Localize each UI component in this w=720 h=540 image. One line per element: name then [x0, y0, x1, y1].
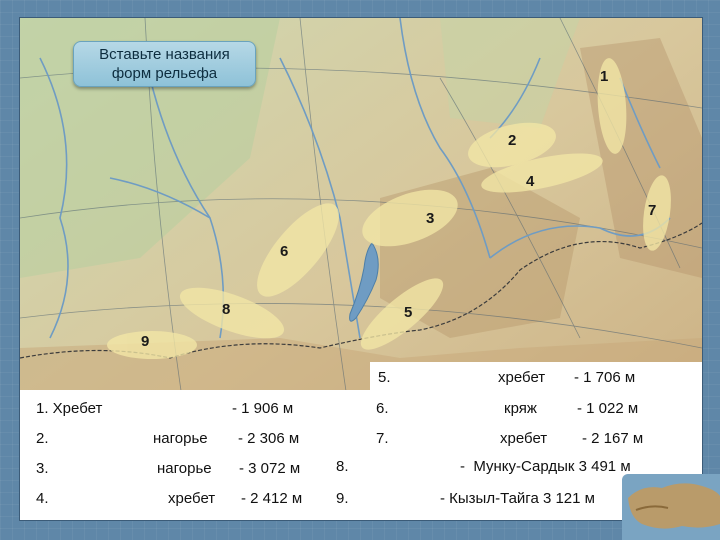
legend-row-8-number: 8.: [336, 458, 349, 475]
legend-row-5-number: 5.: [378, 369, 391, 386]
legend-row-5-value: - 1 706 м: [574, 369, 636, 386]
legend-row-3-value: - 3 072 м: [239, 460, 301, 477]
marker-3: 3: [426, 210, 435, 227]
legend-row-2-value: - 2 306 м: [238, 430, 300, 447]
legend-row-6-number: 6.: [376, 400, 389, 417]
legend-row-1-label: 1. Хребет: [36, 400, 103, 417]
legend-row-9-number: 9.: [336, 490, 349, 507]
marker-7: 7: [648, 202, 657, 219]
marker-4: 4: [526, 173, 535, 190]
legend-row-8-value: - Мунку-Сардык 3 491 м: [460, 458, 631, 475]
instruction-box: Вставьте названия форм рельефа: [73, 41, 256, 87]
legend-row-5-panel: 5. хребет - 1 706 м: [370, 362, 702, 392]
marker-6: 6: [280, 243, 289, 260]
instruction-line-2: форм рельефа: [111, 65, 218, 82]
overview-map-inset: [622, 474, 720, 540]
overview-landmass: [628, 483, 720, 529]
marker-1: 1: [600, 68, 609, 85]
legend-row-1-value: - 1 906 м: [232, 400, 294, 417]
legend-row-7-value: - 2 167 м: [582, 430, 644, 447]
instruction-line-1: Вставьте названия: [99, 46, 230, 63]
legend-row-7-word: хребет: [500, 430, 548, 447]
legend-left-panel: 1. Хребет - 1 906 м 2. нагорье - 2 306 м…: [20, 390, 342, 520]
highlight-9: [107, 331, 197, 359]
legend-row-5-word: хребет: [498, 369, 546, 386]
marker-5: 5: [404, 304, 413, 321]
legend-row-3-word: нагорье: [157, 460, 212, 477]
legend-row-3-number: 3.: [36, 460, 49, 477]
legend-row-9-value: - Кызыл-Тайга 3 121 м: [440, 490, 595, 507]
legend-row-2-number: 2.: [36, 430, 49, 447]
legend-row-2-word: нагорье: [153, 430, 208, 447]
legend-row-4-word: хребет: [168, 490, 216, 507]
marker-8: 8: [222, 301, 231, 318]
marker-2: 2: [508, 132, 517, 149]
legend-row-6-word: кряж: [504, 400, 537, 417]
marker-9: 9: [141, 333, 150, 350]
legend-row-7-number: 7.: [376, 430, 389, 447]
legend-row-6-value: - 1 022 м: [577, 400, 639, 417]
legend-row-4-number: 4.: [36, 490, 49, 507]
overview-map-graphic: [628, 483, 720, 529]
legend-row-4-value: - 2 412 м: [241, 490, 303, 507]
